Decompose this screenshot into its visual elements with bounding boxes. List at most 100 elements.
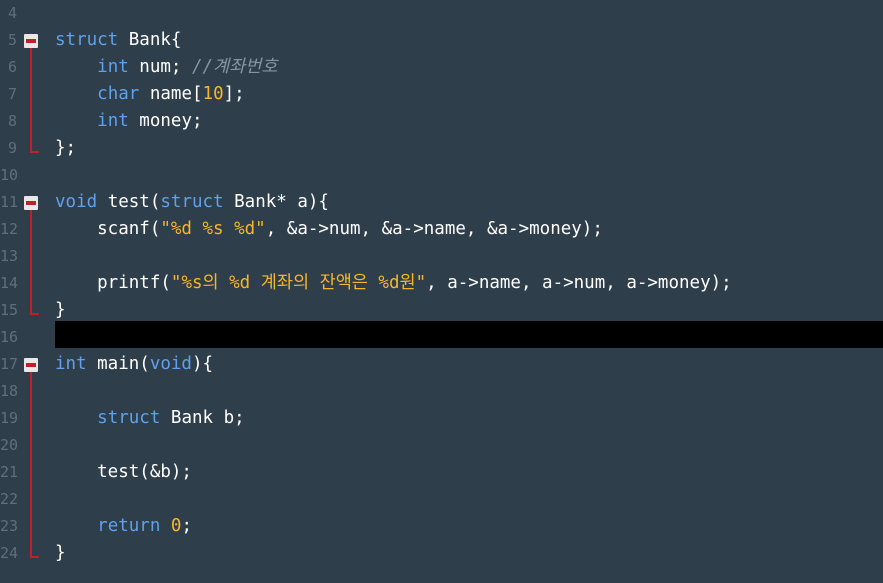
code-token-id: Bank{ <box>118 30 182 50</box>
code-line[interactable]: 21 test(&b); <box>0 459 883 486</box>
line-number: 4 <box>7 4 17 22</box>
code-line[interactable]: 17 int main(void){ <box>0 351 883 378</box>
line-number: 20 <box>0 436 19 454</box>
code-token-str: "%s의 %d 계좌의 잔액은 %d원" <box>170 273 427 293</box>
code-token-id <box>55 408 97 428</box>
code-line[interactable]: 6 int num; //계좌번호 <box>0 54 883 81</box>
line-number: 19 <box>0 409 19 427</box>
line-number: 11 <box>0 193 19 211</box>
code-token-id: } <box>55 300 66 320</box>
code-token-kw: int <box>55 354 87 374</box>
line-number: 21 <box>0 463 19 481</box>
code-text: struct Bank b; <box>55 405 245 432</box>
code-token-id: ){ <box>191 354 214 374</box>
code-token-num: 0 <box>170 516 182 536</box>
line-number: 22 <box>0 490 19 508</box>
line-number: 7 <box>7 85 17 103</box>
code-line[interactable]: 7 char name[10]; <box>0 81 883 108</box>
code-line[interactable]: 20 <box>0 432 883 459</box>
code-token-kw: struct <box>160 192 224 212</box>
code-line[interactable]: 8 int money; <box>0 108 883 135</box>
line-number: 15 <box>0 301 19 319</box>
code-token-id: scanf( <box>55 219 161 239</box>
code-text: int money; <box>55 108 203 135</box>
code-token-id: , &a->num, &a->name, &a->money); <box>265 219 603 239</box>
code-token-id: name[ <box>139 84 203 104</box>
code-text: printf("%s의 %d 계좌의 잔액은 %d원", a->name, a-… <box>55 270 732 297</box>
line-number: 10 <box>0 166 19 184</box>
code-token-id: num; <box>128 57 192 77</box>
code-line[interactable]: 5 struct Bank{ <box>0 27 883 54</box>
code-token-id: , a->name, a->num, a->money); <box>426 273 732 293</box>
code-token-id: money; <box>128 111 203 131</box>
code-token-kw: int <box>97 57 129 77</box>
code-token-id <box>55 516 97 536</box>
code-line[interactable]: 16 <box>0 324 883 351</box>
code-line[interactable]: 10 <box>0 162 883 189</box>
code-line[interactable]: 22 <box>0 486 883 513</box>
code-token-kw: void <box>149 354 192 374</box>
code-line[interactable]: 24} <box>0 540 883 567</box>
code-line[interactable]: 12 scanf("%d %s %d", &a->num, &a->name, … <box>0 216 883 243</box>
code-token-kw: struct <box>55 30 119 50</box>
line-number: 18 <box>0 382 19 400</box>
code-line[interactable]: 18 <box>0 378 883 405</box>
line-number: 5 <box>7 31 17 49</box>
fold-toggle-test-icon[interactable] <box>24 196 38 210</box>
code-line[interactable]: 14 printf("%s의 %d 계좌의 잔액은 %d원", a->name,… <box>0 270 883 297</box>
code-token-kw: char <box>97 84 140 104</box>
line-number: 6 <box>7 58 17 76</box>
code-token-id: Bank b; <box>160 408 245 428</box>
code-token-num: 10 <box>202 84 224 104</box>
code-line[interactable]: 15} <box>0 297 883 324</box>
fold-toggle-main-icon[interactable] <box>24 358 38 372</box>
line-number: 13 <box>0 247 19 265</box>
code-editor[interactable]: 4 5 struct Bank{6 int num; //계좌번호 7 char na… <box>0 0 883 583</box>
code-line[interactable]: 9}; <box>0 135 883 162</box>
code-line[interactable]: 4 <box>0 0 883 27</box>
code-token-kw: void <box>55 192 98 212</box>
code-token-cm: //계좌번호 <box>191 57 278 77</box>
code-token-id: printf( <box>55 273 171 293</box>
code-text: struct Bank{ <box>55 27 181 54</box>
code-token-str: "%d %s %d" <box>160 219 266 239</box>
code-token-id: } <box>55 543 66 563</box>
code-token-id: test( <box>97 192 161 212</box>
code-text: void test(struct Bank* a){ <box>55 189 329 216</box>
code-token-id: test(&b); <box>55 462 192 482</box>
code-line[interactable]: 23 return 0; <box>0 513 883 540</box>
fold-toggle-struct-icon[interactable] <box>24 34 38 48</box>
code-token-kw: return <box>97 516 161 536</box>
line-number: 12 <box>0 220 19 238</box>
line-number: 23 <box>0 517 19 535</box>
code-token-id: ; <box>181 516 193 536</box>
code-token-id <box>55 84 97 104</box>
code-token-id: }; <box>55 138 77 158</box>
code-text: scanf("%d %s %d", &a->num, &a->name, &a-… <box>55 216 603 243</box>
code-token-id: Bank* a){ <box>223 192 329 212</box>
code-text: test(&b); <box>55 459 192 486</box>
code-text: }; <box>55 135 76 162</box>
line-number: 16 <box>0 328 19 346</box>
line-number: 8 <box>7 112 17 130</box>
line-number: 9 <box>7 139 17 157</box>
code-line[interactable]: 19 struct Bank b; <box>0 405 883 432</box>
line-number: 14 <box>0 274 19 292</box>
code-text: int main(void){ <box>55 351 213 378</box>
code-text: return 0; <box>55 513 192 540</box>
code-text: } <box>55 297 66 324</box>
code-token-kw: struct <box>97 408 161 428</box>
code-token-id <box>55 111 97 131</box>
code-token-id: main( <box>86 354 150 374</box>
code-text: } <box>55 540 66 567</box>
code-token-id <box>55 57 97 77</box>
line-number: 24 <box>0 544 19 562</box>
code-token-id <box>160 516 171 536</box>
code-text: char name[10]; <box>55 81 245 108</box>
code-line[interactable]: 13 <box>0 243 883 270</box>
code-text: int num; //계좌번호 <box>55 54 277 81</box>
code-token-kw: int <box>97 111 129 131</box>
code-line[interactable]: 11 void test(struct Bank* a){ <box>0 189 883 216</box>
line-number: 17 <box>0 355 19 373</box>
code-token-id: ]; <box>223 84 245 104</box>
